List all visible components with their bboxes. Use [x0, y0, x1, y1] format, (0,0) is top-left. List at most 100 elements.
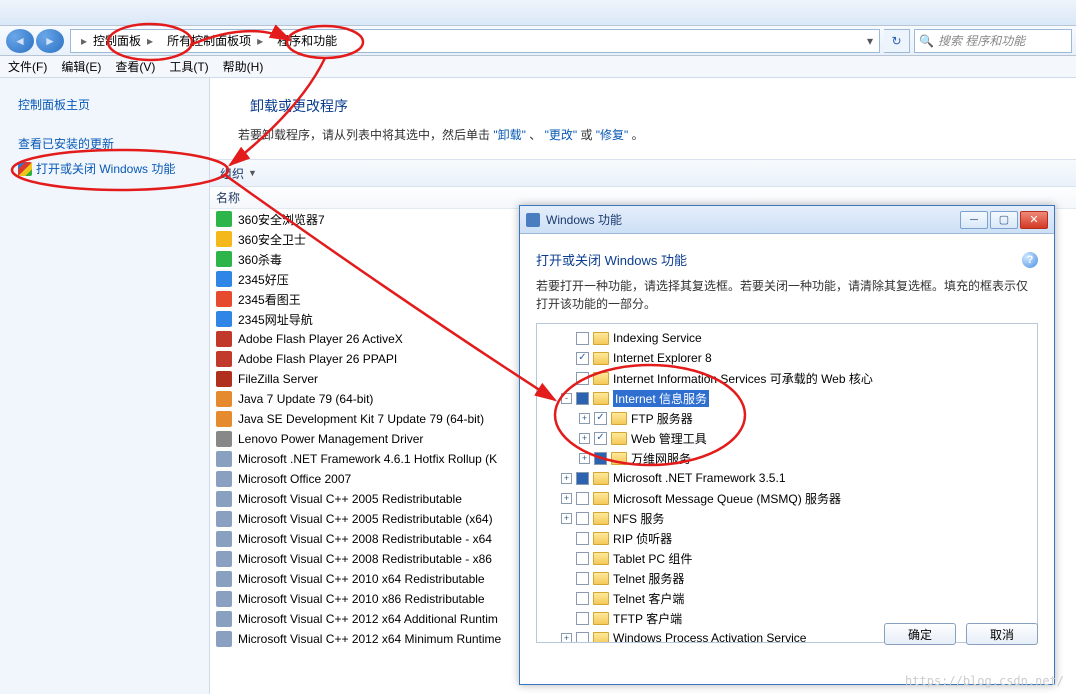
folder-icon: [593, 532, 609, 545]
program-icon: [216, 331, 232, 347]
feature-label: 万维网服务: [631, 450, 691, 467]
feature-checkbox[interactable]: [594, 432, 607, 445]
forward-button[interactable]: ►: [36, 29, 64, 53]
program-icon: [216, 211, 232, 227]
feature-label: NFS 服务: [613, 510, 664, 527]
feature-label: Tablet PC 组件: [613, 550, 692, 567]
feature-checkbox[interactable]: [576, 532, 589, 545]
program-name: Microsoft Visual C++ 2008 Redistributabl…: [238, 532, 492, 546]
back-button[interactable]: ◄: [6, 29, 34, 53]
feature-checkbox[interactable]: [576, 472, 589, 485]
maximize-button[interactable]: ▢: [990, 211, 1018, 229]
feature-node[interactable]: + NFS 服务: [539, 508, 1035, 528]
folder-icon: [593, 572, 609, 585]
help-icon[interactable]: ?: [1022, 252, 1038, 268]
dialog-heading: 打开或关闭 Windows 功能: [536, 250, 687, 269]
program-icon: [216, 511, 232, 527]
expand-toggle[interactable]: +: [561, 473, 572, 484]
expand-toggle[interactable]: +: [579, 453, 590, 464]
address-bar[interactable]: ▸控制面板▸ 所有控制面板项▸ 程序和功能 ▾: [70, 29, 880, 53]
address-dropdown-icon[interactable]: ▾: [861, 34, 879, 48]
feature-node[interactable]: Tablet PC 组件: [539, 548, 1035, 568]
close-button[interactable]: ✕: [1020, 211, 1048, 229]
folder-icon: [593, 332, 609, 345]
program-icon: [216, 631, 232, 647]
folder-icon: [593, 352, 609, 365]
col-name[interactable]: 名称: [216, 189, 240, 206]
feature-checkbox[interactable]: [576, 552, 589, 565]
feature-label: Internet Information Services 可承载的 Web 核…: [613, 370, 873, 387]
feature-node[interactable]: - Internet 信息服务: [539, 388, 1035, 408]
page-subtitle: 若要卸载程序，请从列表中将其选中，然后单击 "卸载" 、 "更改" 或 "修复"…: [238, 126, 1076, 143]
expand-toggle[interactable]: +: [579, 413, 590, 424]
program-name: FileZilla Server: [238, 372, 318, 386]
breadcrumb-root[interactable]: ▸控制面板▸: [71, 30, 163, 52]
breadcrumb-mid[interactable]: 所有控制面板项▸: [163, 30, 273, 52]
feature-checkbox[interactable]: [594, 412, 607, 425]
menu-view[interactable]: 查看(V): [115, 58, 155, 75]
feature-checkbox[interactable]: [576, 592, 589, 605]
expand-toggle[interactable]: -: [561, 393, 572, 404]
feature-node[interactable]: + Microsoft .NET Framework 3.5.1: [539, 468, 1035, 488]
features-tree[interactable]: Indexing ServiceInternet Explorer 8 Inter…: [536, 323, 1038, 643]
feature-checkbox[interactable]: [576, 612, 589, 625]
expand-toggle[interactable]: +: [561, 493, 572, 504]
expand-toggle[interactable]: +: [561, 513, 572, 524]
expand-toggle[interactable]: +: [579, 433, 590, 444]
feature-node[interactable]: + 万维网服务: [539, 448, 1035, 468]
sidebar-updates[interactable]: 查看已安装的更新: [0, 131, 209, 156]
search-input[interactable]: 🔍搜索 程序和功能: [914, 29, 1072, 53]
feature-node[interactable]: Internet Information Services 可承载的 Web 核…: [539, 368, 1035, 388]
feature-checkbox[interactable]: [576, 392, 589, 405]
program-icon: [216, 451, 232, 467]
program-icon: [216, 591, 232, 607]
feature-checkbox[interactable]: [576, 352, 589, 365]
breadcrumb-leaf[interactable]: 程序和功能: [273, 30, 341, 52]
feature-checkbox[interactable]: [576, 372, 589, 385]
menu-help[interactable]: 帮助(H): [223, 58, 264, 75]
cancel-button[interactable]: 取消: [966, 623, 1038, 645]
feature-checkbox[interactable]: [576, 492, 589, 505]
expand-toggle: [561, 573, 572, 584]
feature-label: Internet 信息服务: [613, 390, 709, 407]
feature-node[interactable]: Indexing Service: [539, 328, 1035, 348]
feature-label: FTP 服务器: [631, 410, 693, 427]
menu-bar: 文件(F) 编辑(E) 查看(V) 工具(T) 帮助(H): [0, 56, 1076, 78]
feature-checkbox[interactable]: [594, 452, 607, 465]
feature-node[interactable]: Telnet 服务器: [539, 568, 1035, 588]
refresh-button[interactable]: ↻: [884, 29, 910, 53]
menu-file[interactable]: 文件(F): [8, 58, 47, 75]
feature-checkbox[interactable]: [576, 332, 589, 345]
minimize-button[interactable]: ─: [960, 211, 988, 229]
feature-node[interactable]: RIP 侦听器: [539, 528, 1035, 548]
program-name: Microsoft Visual C++ 2008 Redistributabl…: [238, 552, 492, 566]
program-name: Java 7 Update 79 (64-bit): [238, 392, 373, 406]
program-name: Microsoft Office 2007: [238, 472, 351, 486]
feature-label: RIP 侦听器: [613, 530, 672, 547]
feature-label: Telnet 客户端: [613, 590, 684, 607]
organize-button[interactable]: 组织: [220, 165, 244, 182]
folder-icon: [593, 592, 609, 605]
feature-label: Windows Process Activation Service: [613, 631, 806, 643]
watermark: https://blog.csdn.net/: [905, 674, 1064, 688]
program-icon: [216, 391, 232, 407]
ok-button[interactable]: 确定: [884, 623, 956, 645]
feature-node[interactable]: +Web 管理工具: [539, 428, 1035, 448]
program-icon: [216, 231, 232, 247]
menu-tools[interactable]: 工具(T): [169, 58, 208, 75]
feature-checkbox[interactable]: [576, 632, 589, 644]
program-icon: [216, 531, 232, 547]
feature-checkbox[interactable]: [576, 512, 589, 525]
dialog-titlebar[interactable]: Windows 功能 ─ ▢ ✕: [520, 206, 1054, 234]
program-name: Java SE Development Kit 7 Update 79 (64-…: [238, 412, 484, 426]
feature-checkbox[interactable]: [576, 572, 589, 585]
feature-node[interactable]: + FTP 服务器: [539, 408, 1035, 428]
menu-edit[interactable]: 编辑(E): [61, 58, 101, 75]
feature-label: Microsoft .NET Framework 3.5.1: [613, 471, 786, 485]
sidebar-home[interactable]: 控制面板主页: [0, 92, 209, 117]
feature-node[interactable]: +Microsoft Message Queue (MSMQ) 服务器: [539, 488, 1035, 508]
feature-node[interactable]: Internet Explorer 8: [539, 348, 1035, 368]
feature-node[interactable]: Telnet 客户端: [539, 588, 1035, 608]
expand-toggle[interactable]: +: [561, 633, 572, 644]
sidebar-windows-features[interactable]: 打开或关闭 Windows 功能: [0, 156, 209, 181]
